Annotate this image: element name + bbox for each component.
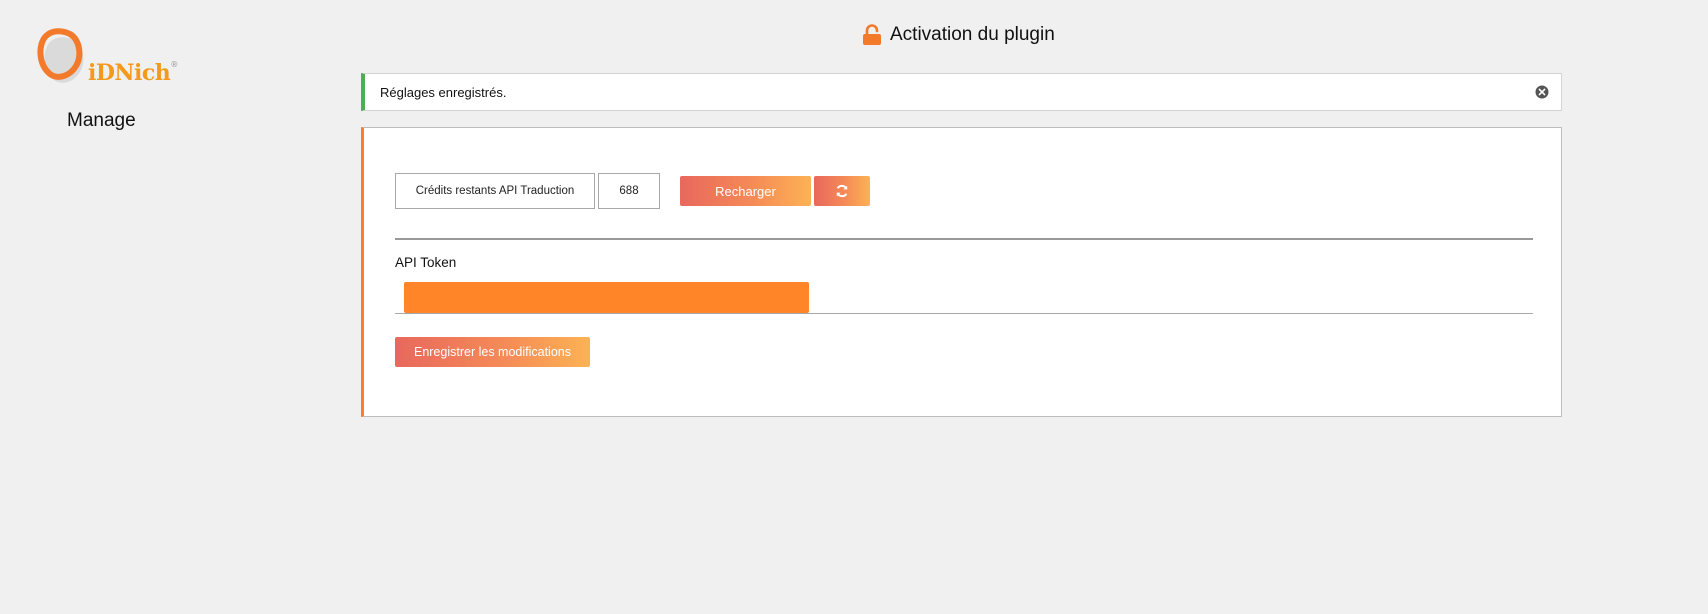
logo-wordmark: iDNich® bbox=[88, 60, 178, 86]
divider bbox=[395, 238, 1533, 240]
reload-button[interactable]: Recharger bbox=[680, 176, 811, 206]
section-title: Manage bbox=[67, 110, 136, 131]
redacted-token-value bbox=[404, 282, 809, 313]
unlock-icon bbox=[863, 24, 881, 45]
notice-message: Réglages enregistrés. bbox=[380, 84, 507, 100]
close-circle-icon[interactable] bbox=[1535, 85, 1549, 99]
brand-column: iDNich® Manage bbox=[34, 28, 184, 131]
refresh-button[interactable] bbox=[814, 176, 870, 206]
save-changes-button[interactable]: Enregistrer les modifications bbox=[395, 337, 590, 367]
credits-row: Crédits restants API Traduction 688 Rech… bbox=[395, 173, 870, 209]
success-notice: Réglages enregistrés. bbox=[361, 73, 1562, 111]
credits-value: 688 bbox=[598, 173, 660, 209]
api-token-input[interactable] bbox=[395, 280, 1533, 314]
refresh-icon bbox=[836, 184, 848, 198]
credits-label: Crédits restants API Traduction bbox=[395, 173, 595, 209]
logo: iDNich® bbox=[34, 28, 178, 88]
logo-mark-icon bbox=[37, 28, 84, 83]
page-title: Activation du plugin bbox=[862, 24, 1055, 46]
page-title-text: Activation du plugin bbox=[890, 24, 1055, 45]
settings-panel: Crédits restants API Traduction 688 Rech… bbox=[361, 127, 1562, 417]
api-token-label: API Token bbox=[395, 255, 457, 270]
